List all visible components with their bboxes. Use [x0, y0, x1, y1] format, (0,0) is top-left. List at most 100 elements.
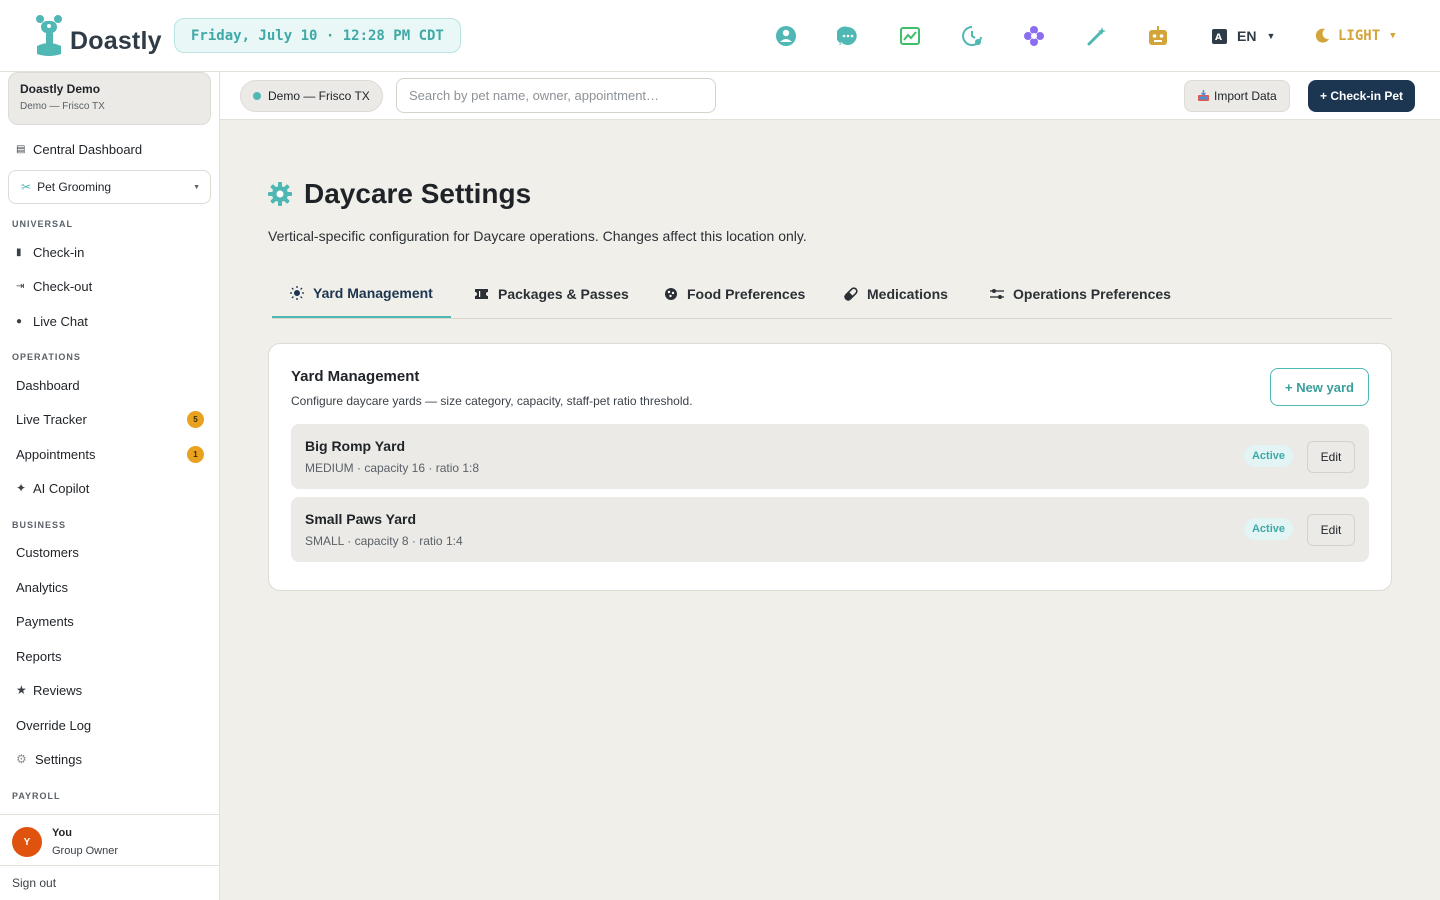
edit-button[interactable]: Edit — [1307, 441, 1355, 473]
sub-header: Demo — Frisco TX Import Data + Check-in … — [220, 72, 1440, 120]
sidebar-item-dashboard[interactable]: Dashboard — [16, 373, 204, 397]
language-selector[interactable]: A EN ▼ — [1212, 24, 1275, 48]
tab-food-preferences[interactable]: Food Preferences — [646, 270, 823, 318]
clipboard-icon: ▮ — [16, 246, 22, 258]
location-pill[interactable]: Demo — Frisco TX — [240, 80, 383, 112]
ticket-icon — [474, 288, 489, 300]
edit-button[interactable]: Edit — [1307, 514, 1355, 546]
status-badge: Active — [1243, 518, 1293, 540]
sidebar-item-payments[interactable]: Payments — [16, 609, 204, 633]
sidebar-item-label: Dashboard — [16, 377, 80, 393]
sidebar-item-customers[interactable]: Customers — [16, 540, 204, 564]
settings-tabs: Yard Management Packages & Passes Food P… — [272, 270, 1392, 319]
sidebar-item-settings[interactable]: ⚙ Settings — [16, 747, 204, 771]
list-item: Big Romp Yard MEDIUM · capacity 16 · rat… — [291, 424, 1369, 489]
user-role: Group Owner — [52, 845, 119, 857]
sidebar-item-central-dashboard[interactable]: ▤ Central Dashboard — [16, 137, 204, 161]
chevron-down-icon: ▼ — [1390, 31, 1396, 41]
search-input[interactable] — [396, 78, 716, 113]
yard-name: Small Paws Yard — [305, 511, 417, 527]
tab-label: Packages & Passes — [498, 286, 629, 302]
food-bowl-icon — [664, 287, 678, 301]
check-in-pet-button[interactable]: + Check-in Pet — [1308, 80, 1416, 112]
status-badge: Active — [1243, 445, 1293, 467]
tab-label: Food Preferences — [687, 286, 806, 302]
flower-icon[interactable] — [1022, 24, 1046, 48]
tab-label: Yard Management — [313, 285, 433, 301]
page-description: Vertical-specific configuration for Dayc… — [268, 228, 807, 244]
card-title: Yard Management — [291, 368, 420, 385]
sidebar-item-appointments[interactable]: Appointments 1 — [16, 442, 204, 466]
moon-icon — [1315, 28, 1329, 43]
sidebar-item-override-log[interactable]: Override Log — [16, 713, 204, 737]
section-payroll: PAYROLL — [12, 791, 61, 801]
sidebar-item-check-out[interactable]: ⇥ Check-out — [16, 274, 204, 298]
yard-details: SMALL · capacity 8 · ratio 1:4 — [305, 534, 463, 548]
tab-label: Operations Preferences — [1013, 286, 1171, 302]
import-data-button[interactable]: Import Data — [1184, 80, 1290, 112]
dog-logo-icon — [36, 15, 62, 56]
new-yard-button[interactable]: + New yard — [1269, 368, 1369, 406]
sidebar-item-label: Check-out — [33, 278, 93, 294]
sidebar: Doastly Demo Demo — Frisco TX ▤ Central … — [0, 72, 220, 900]
tab-medications[interactable]: Medications — [826, 270, 966, 318]
sidebar-item-label: Check-in — [33, 244, 85, 260]
datetime-pill: Friday, July 10 · 12:28 PM CDT — [174, 18, 461, 53]
import-data-label: Import Data — [1214, 89, 1277, 103]
tab-operations-preferences[interactable]: Operations Preferences — [972, 270, 1189, 318]
vertical-select[interactable]: ✂ Pet Grooming ▼ — [8, 170, 211, 204]
sidebar-item-live-chat[interactable]: ● Live Chat — [16, 309, 204, 333]
svg-text:A: A — [1215, 33, 1222, 43]
sparkle-icon: ✦ — [16, 481, 27, 495]
pill-icon — [844, 287, 858, 301]
gear-icon: ⚙ — [16, 752, 27, 766]
user-name: You — [52, 827, 72, 839]
tab-yard-management[interactable]: Yard Management — [272, 270, 451, 318]
org-switcher[interactable]: Doastly Demo Demo — Frisco TX — [8, 72, 211, 125]
brand-logo[interactable]: Doastly — [32, 14, 162, 58]
sidebar-item-analytics[interactable]: Analytics — [16, 575, 204, 599]
scissors-icon: ✂ — [21, 180, 32, 194]
sidebar-item-reports[interactable]: Reports — [16, 644, 204, 668]
brand-name: Doastly — [70, 26, 162, 55]
sidebar-item-label: Customers — [16, 544, 79, 560]
org-location: Demo — Frisco TX — [20, 101, 105, 112]
dashboard-icon: ▤ — [16, 143, 26, 155]
page-title: Daycare Settings — [304, 178, 532, 209]
section-operations: OPERATIONS — [12, 352, 81, 362]
gear-icon — [268, 182, 292, 206]
sidebar-item-ai-copilot[interactable]: ✦ AI Copilot — [16, 476, 204, 500]
sidebar-item-live-tracker[interactable]: Live Tracker 5 — [16, 407, 204, 431]
team-icon[interactable] — [774, 24, 798, 48]
section-business: BUSINESS — [12, 520, 67, 530]
translate-icon: A — [1212, 28, 1227, 44]
sidebar-item-label: Live Chat — [33, 313, 88, 329]
page-header: Daycare Settings — [268, 178, 531, 210]
location-label: Demo — Frisco TX — [268, 89, 370, 103]
chat-icon[interactable] — [836, 24, 860, 48]
theme-selector[interactable]: LIGHT ▼ — [1314, 24, 1396, 48]
exit-icon: ⇥ — [16, 280, 25, 292]
chart-icon[interactable] — [898, 24, 922, 48]
chevron-down-icon: ▼ — [1266, 31, 1276, 41]
language-label: EN — [1237, 28, 1257, 44]
magic-wand-icon[interactable] — [1085, 24, 1109, 48]
sidebar-item-reviews[interactable]: ★ Reviews — [16, 678, 204, 702]
sliders-icon — [990, 288, 1004, 300]
sidebar-item-label: Reviews — [33, 682, 83, 698]
chevron-down-icon: ▼ — [193, 183, 200, 191]
sidebar-item-check-in[interactable]: ▮ Check-in — [16, 240, 204, 264]
tab-packages-passes[interactable]: Packages & Passes — [456, 270, 647, 318]
theme-label: LIGHT — [1338, 28, 1381, 44]
section-universal: UNIVERSAL — [12, 219, 74, 229]
sidebar-item-label: AI Copilot — [33, 480, 90, 496]
robot-icon[interactable] — [1146, 24, 1170, 48]
sign-out-link[interactable]: Sign out — [0, 865, 220, 900]
sidebar-item-label: Reports — [16, 648, 62, 664]
yard-details: MEDIUM · capacity 16 · ratio 1:8 — [305, 461, 480, 475]
star-icon: ★ — [16, 683, 27, 697]
org-name: Doastly Demo — [20, 82, 101, 96]
clock-icon[interactable] — [960, 24, 984, 48]
user-profile[interactable]: Y You Group Owner — [0, 814, 220, 865]
sun-icon — [290, 286, 304, 300]
